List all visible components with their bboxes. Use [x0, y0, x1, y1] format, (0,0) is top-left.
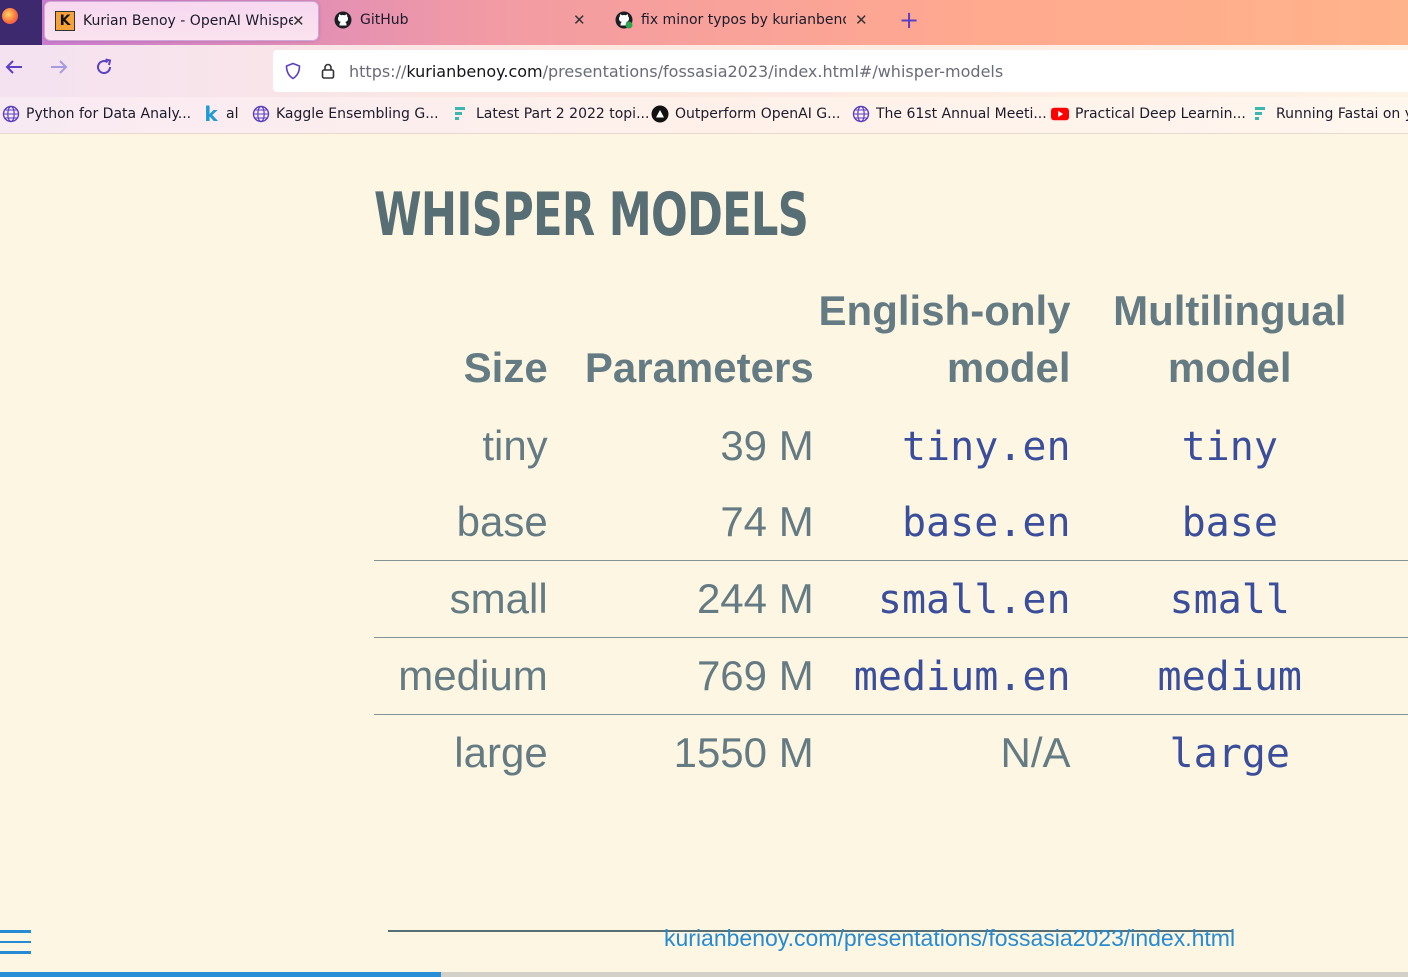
bookmarks-toolbar: Python for Data Analy... k al Kaggle Ens…	[0, 97, 1408, 134]
cell-size: tiny	[482, 422, 548, 469]
table-row: base 74 M base.en base	[374, 484, 1408, 561]
k-logo-icon: k	[204, 102, 218, 126]
header-size: Size	[463, 344, 548, 391]
bookmark-latest-part-2[interactable]: Latest Part 2 2022 topi...	[452, 105, 649, 123]
cell-params: 244 M	[547, 560, 814, 638]
back-arrow-icon	[5, 60, 22, 74]
new-tab-button[interactable]: +	[899, 6, 919, 34]
back-button[interactable]	[4, 57, 24, 83]
header-english-only-model: English-only model	[818, 287, 1071, 391]
reload-button[interactable]	[94, 57, 114, 83]
bookmark-61st-annual-meeting[interactable]: The 61st Annual Meeti...	[852, 105, 1047, 123]
bookmark-running-fastai[interactable]: Running Fastai on yo	[1252, 105, 1408, 123]
bookmark-label: The 61st Annual Meeti...	[876, 106, 1047, 122]
globe-icon	[2, 105, 20, 123]
address-bar[interactable]: https://kurianbenoy.com/presentations/fo…	[273, 50, 1408, 92]
bookmark-kaggle-ensembling[interactable]: Kaggle Ensembling G...	[252, 105, 439, 123]
slide-progress-fill	[0, 972, 441, 977]
table-header-row: Size Parameters English-only model Multi…	[374, 282, 1408, 408]
tab-title: fix minor typos by kurianbenoy	[641, 12, 846, 28]
header-multilingual-model: Multilingual model	[1113, 287, 1347, 391]
slide-title: WHISPER MODELS	[374, 180, 809, 250]
url-text: https://kurianbenoy.com/presentations/fo…	[349, 61, 1004, 81]
table-row: tiny 39 M tiny.en tiny	[374, 408, 1408, 484]
cell-english-model: medium.en	[853, 654, 1071, 700]
tracking-shield-icon[interactable]	[284, 62, 302, 80]
lock-icon[interactable]	[319, 62, 337, 80]
tab-fix-minor-typos[interactable]: fix minor typos by kurianbenoy ✕	[615, 0, 875, 40]
bookmark-label: Python for Data Analy...	[26, 106, 192, 122]
firefox-logo-icon[interactable]	[0, 0, 42, 45]
tab-title: Kurian Benoy - OpenAI Whisper	[83, 13, 293, 29]
close-tab-icon[interactable]: ✕	[292, 12, 305, 30]
hamburger-icon	[0, 930, 31, 933]
bookmark-label: Kaggle Ensembling G...	[276, 106, 439, 122]
globe-icon	[252, 105, 270, 123]
fastai-icon	[1252, 105, 1270, 123]
close-tab-icon[interactable]: ✕	[573, 11, 586, 29]
globe-icon	[852, 105, 870, 123]
cell-english-model: tiny.en	[901, 424, 1071, 470]
cell-english-model: N/A	[813, 714, 1071, 791]
cell-size: small	[374, 560, 548, 638]
youtube-icon	[1051, 105, 1069, 123]
cell-multilingual-model: small	[1169, 577, 1290, 623]
cell-multilingual-model: tiny	[1181, 424, 1278, 470]
bookmark-label: Running Fastai on yo	[1276, 106, 1408, 122]
github-icon	[334, 11, 352, 29]
fastai-icon	[452, 105, 470, 123]
cell-multilingual-model: large	[1169, 731, 1290, 777]
bookmark-label: al	[226, 106, 239, 122]
footer-presentation-link[interactable]: kurianbenoy.com/presentations/fossasia20…	[664, 925, 1235, 952]
close-tab-icon[interactable]: ✕	[855, 11, 868, 29]
cell-params: 1550 M	[547, 714, 814, 791]
tab-title: GitHub	[360, 12, 409, 28]
forward-button[interactable]	[49, 57, 69, 83]
tab-kurian-benoy[interactable]: K Kurian Benoy - OpenAI Whisper ✕	[44, 1, 319, 41]
bookmark-practical-deep-learning[interactable]: Practical Deep Learnin...	[1051, 105, 1246, 123]
slide-menu-button[interactable]	[0, 930, 32, 960]
cell-params: 74 M	[720, 498, 814, 545]
table-row: large 1550 M N/A large	[374, 714, 1408, 791]
bookmark-label: Practical Deep Learnin...	[1075, 106, 1246, 122]
cell-size: large	[374, 714, 548, 791]
bookmark-label: Outperform OpenAI G...	[675, 106, 841, 122]
bookmark-python-for-data-analysis[interactable]: Python for Data Analy...	[2, 105, 191, 123]
cell-multilingual-model: base	[1181, 500, 1278, 546]
tab-strip: K Kurian Benoy - OpenAI Whisper ✕ GitHub…	[0, 0, 1408, 45]
reload-icon	[97, 58, 112, 75]
cell-params: 39 M	[720, 422, 814, 469]
table-row: medium 769 M medium.en medium	[374, 637, 1408, 715]
forward-arrow-icon	[51, 60, 68, 74]
cell-params: 769 M	[547, 637, 814, 715]
k-favicon-icon: K	[55, 11, 75, 31]
table-row: small 244 M small.en small	[374, 560, 1408, 638]
bookmark-al[interactable]: k al	[202, 102, 239, 126]
bookmark-label: Latest Part 2 2022 topi...	[476, 106, 650, 122]
header-cutoff	[1389, 282, 1408, 408]
cell-multilingual-model: medium	[1157, 654, 1303, 700]
cell-size: base	[456, 498, 548, 545]
bookmark-outperform-openai[interactable]: Outperform OpenAI G...	[651, 105, 840, 123]
black-circle-icon	[651, 105, 669, 123]
slide-progress-bar	[0, 972, 1408, 977]
cell-size: medium	[374, 637, 548, 715]
github-icon	[615, 11, 633, 29]
navigation-toolbar: https://kurianbenoy.com/presentations/fo…	[0, 45, 1408, 97]
cell-english-model: base.en	[901, 500, 1071, 546]
header-parameters: Parameters	[584, 344, 814, 391]
whisper-models-table: Size Parameters English-only model Multi…	[374, 282, 1408, 791]
cell-english-model: small.en	[877, 577, 1071, 623]
tab-github[interactable]: GitHub ✕	[334, 0, 594, 40]
